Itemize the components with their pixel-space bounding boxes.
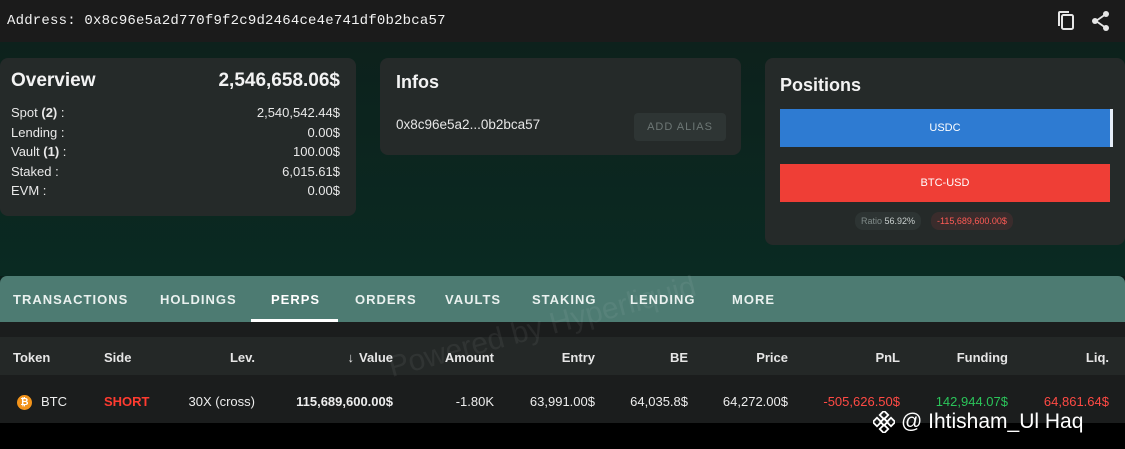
credit-text: @ Ihtisham_Ul Haq (901, 410, 1084, 433)
address-bar: Address: 0x8c96e5a2d770f9f2c9d2464ce4e74… (0, 0, 1125, 42)
sort-arrow-icon: ↓ (347, 350, 355, 365)
positions-title: Positions (780, 75, 862, 95)
overview-row-staked: Staked : 6,015.61$ (11, 162, 340, 182)
cell-lev: 30X (cross) (188, 394, 255, 409)
cell-side: SHORT (104, 394, 150, 409)
cell-entry: 63,991.00$ (529, 394, 595, 409)
cell-funding: 142,944.07$ (935, 394, 1008, 409)
column-header-token[interactable]: Token (13, 350, 50, 365)
cell-pnl: -505,626.50$ (823, 394, 900, 409)
cell-be: 64,035.8$ (630, 394, 688, 409)
position-bar-btc-usd[interactable]: BTC-USD (780, 164, 1110, 202)
cell-liq: 64,861.64$ (1043, 394, 1109, 409)
tab-orders[interactable]: ORDERS (355, 292, 417, 307)
tab-more[interactable]: MORE (732, 292, 775, 307)
overview-row-count: (2) (41, 105, 58, 120)
tab-holdings[interactable]: HOLDINGS (160, 292, 237, 307)
address-label: Address: (7, 13, 76, 29)
overview-total: 2,546,658.06$ (218, 70, 340, 91)
overview-rows: Spot (2) : 2,540,542.44$ Lending : 0.00$ Vau… (0, 92, 356, 201)
cell-price: 64,272.00$ (722, 394, 788, 409)
overview-row-label: Staked : (11, 163, 59, 179)
overview-row-value: 0.00$ (307, 183, 340, 198)
copy-icon[interactable] (1057, 10, 1077, 32)
ratio-chip: Ratio 56.92% (855, 212, 922, 230)
overview-row-label: Vault (1) : (11, 144, 67, 159)
credit: @ Ihtisham_Ul Haq (873, 410, 1083, 434)
overview-row-value: 2,540,542.44$ (256, 105, 340, 120)
overview-row-value: 0.00$ (307, 124, 340, 140)
overview-row-label: EVM : (11, 183, 47, 198)
header-actions (1057, 10, 1111, 32)
overview-card: Overview 2,546,658.06$ Spot (2) : 2,540,5… (0, 58, 356, 216)
cell-amount: -1.80K (455, 394, 494, 409)
overview-row-value: 100.00$ (293, 144, 340, 159)
column-header-pnl[interactable]: PnL (875, 350, 900, 365)
overview-row-label: Lending : (11, 124, 65, 140)
cell-token[interactable]: BTC (41, 394, 67, 409)
tab-perps[interactable]: PERPS (271, 292, 320, 307)
column-header-side[interactable]: Side (104, 350, 131, 365)
overview-row-lending: Lending : 0.00$ (11, 123, 340, 143)
overview-row-spot: Spot (2) : 2,540,542.44$ (11, 103, 340, 123)
ratio-label: Ratio (861, 216, 885, 226)
infos-short-address: 0x8c96e5a2...0b2bca57 (396, 117, 541, 132)
infos-title: Infos (396, 72, 439, 92)
column-header-liq[interactable]: Liq. (1086, 350, 1109, 365)
ratio-value: 56.92% (884, 216, 916, 226)
tab-vaults[interactable]: VAULTS (445, 292, 501, 307)
overview-row-value: 6,015.61$ (282, 163, 340, 179)
table-header: Token Side Lev. ↓ Value Amount Entry BE Price PnL… (0, 337, 1125, 375)
tab-transactions[interactable]: TRANSACTIONS (13, 292, 128, 307)
column-header-funding[interactable]: Funding (957, 350, 1008, 365)
overview-row-count: (1) (43, 144, 60, 159)
overview-row-label: Spot (2) : (11, 105, 65, 120)
column-header-lev[interactable]: Lev. (230, 350, 255, 365)
position-bar-usdc[interactable]: USDC (780, 109, 1113, 147)
positions-chips: Ratio 56.92% -115,689,600.00$ (855, 212, 1013, 230)
wallet-address: Address: 0x8c96e5a2d770f9f2c9d2464ce4e74… (7, 13, 446, 29)
positions-card: Positions USDC BTC-USD Ratio 56.92% -115… (765, 58, 1125, 245)
overview-row-vault: Vault (1) : 100.00$ (11, 142, 340, 162)
overview-title: Overview (11, 70, 96, 91)
column-header-entry[interactable]: Entry (562, 350, 595, 365)
share-icon[interactable] (1091, 10, 1111, 32)
column-header-be[interactable]: BE (670, 350, 688, 365)
binance-logo-icon (873, 411, 895, 433)
column-header-price[interactable]: Price (756, 350, 788, 365)
net-value-chip: -115,689,600.00$ (931, 212, 1013, 230)
cell-value: 115,689,600.00$ (296, 394, 393, 409)
overview-row-evm: EVM : 0.00$ (11, 181, 340, 201)
btc-token-icon: ₿ (17, 395, 32, 410)
address-value[interactable]: 0x8c96e5a2d770f9f2c9d2464ce4e741df0b2bca… (84, 13, 445, 29)
add-alias-button[interactable]: ADD ALIAS (634, 113, 726, 141)
